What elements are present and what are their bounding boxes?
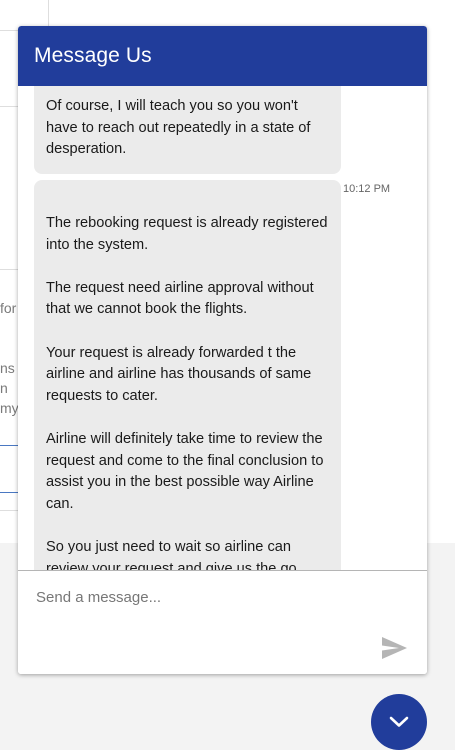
background-input-underline [0, 492, 20, 493]
message-text: Airline will definitely take time to rev… [46, 430, 324, 512]
message-timestamp: 10:12 PM [343, 183, 391, 195]
message-text: The rebooking request is already registe… [46, 215, 328, 253]
chat-message-list[interactable]: Of course, I will teach you so you won't… [18, 86, 427, 571]
background-divider [0, 269, 18, 270]
chat-widget: Message Us Of course, I will teach you s… [18, 26, 427, 674]
message-text: The request need airline approval withou… [46, 279, 314, 318]
background-text: ns [0, 360, 15, 376]
background-text: my [0, 400, 19, 416]
message-text: So you just need to wait so airline can … [46, 538, 297, 571]
chat-header: Message Us [18, 26, 427, 86]
background-divider [0, 30, 18, 31]
background-text: for [0, 300, 17, 316]
send-button[interactable] [380, 635, 410, 661]
chevron-down-icon [389, 716, 409, 727]
background-divider [0, 510, 18, 511]
send-icon [382, 637, 407, 659]
background-text: n [0, 380, 8, 396]
background-input-underline [0, 445, 20, 446]
background-divider [0, 106, 18, 107]
chat-title: Message Us [34, 44, 152, 67]
message-input[interactable] [36, 589, 366, 606]
chat-toggle-button[interactable] [371, 694, 427, 750]
message-text: Your request is already forwarded t the … [46, 344, 312, 404]
message-composer [18, 571, 427, 674]
message-bubble: Of course, I will teach you so you won't… [34, 86, 341, 174]
message-bubble: The rebooking request is already registe… [34, 180, 341, 571]
message-text: Of course, I will teach you so you won't… [46, 98, 311, 158]
